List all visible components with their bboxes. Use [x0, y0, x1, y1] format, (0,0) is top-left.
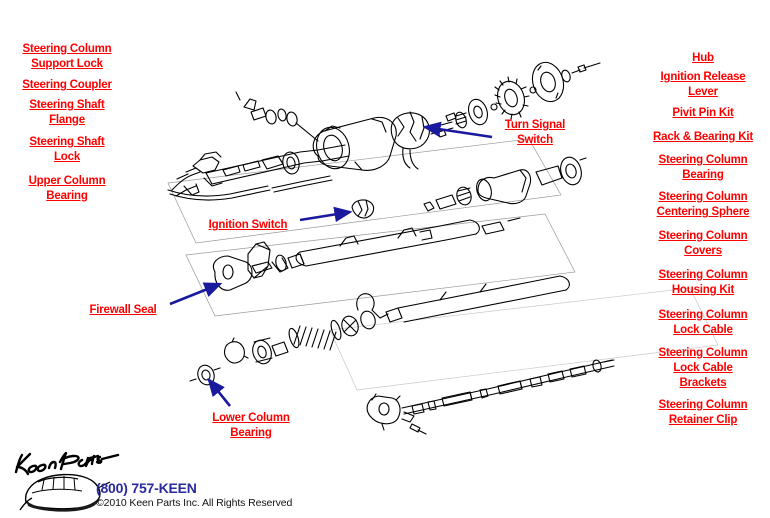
callout-arrows [169, 121, 493, 407]
label-steering-coupler[interactable]: Steering Coupler [8, 78, 126, 93]
column-covers-group [423, 156, 587, 212]
turn-signal-assembly [390, 61, 601, 170]
label-steering-shaft-lock[interactable]: Steering Shaft Lock [8, 135, 126, 165]
mid-column-assembly [212, 199, 521, 291]
footer-copyright: ©2010 Keen Parts Inc. All Rights Reserve… [96, 497, 293, 509]
label-pivit-pin-kit[interactable]: Pivit Pin Kit [640, 106, 766, 121]
label-steering-column-lock-cable[interactable]: Steering Column Lock Cable [640, 308, 766, 338]
steering-shaft-assembly [366, 359, 615, 435]
label-turn-signal-switch[interactable]: Turn Signal Switch [493, 118, 577, 148]
label-ignition-switch[interactable]: Ignition Switch [200, 218, 296, 233]
label-hub[interactable]: Hub [640, 51, 766, 66]
label-steering-column-bearing[interactable]: Steering Column Bearing [640, 153, 766, 183]
label-lower-column-bearing[interactable]: Lower Column Bearing [204, 411, 298, 441]
label-steering-column-support-lock[interactable]: Steering Column Support Lock [8, 42, 126, 72]
turn-signal-arrow [422, 121, 493, 139]
lower-bearing-cluster [189, 275, 570, 386]
label-firewall-seal[interactable]: Firewall Seal [82, 303, 164, 318]
footer-phone-number[interactable]: (800) 757-KEEN [96, 480, 197, 496]
ignition-switch-arrow [299, 206, 353, 223]
label-steering-column-housing-kit[interactable]: Steering Column Housing Kit [640, 268, 766, 298]
parts-diagram-page: Steering Column Support Lock Steering Co… [0, 0, 770, 518]
label-steering-column-lock-cable-brackets[interactable]: Steering Column Lock Cable Brackets [640, 346, 766, 391]
diagram-reference-frames [167, 138, 719, 391]
label-steering-column-covers[interactable]: Steering Column Covers [640, 229, 766, 259]
label-ignition-release-lever[interactable]: Ignition Release Lever [640, 70, 766, 100]
label-upper-column-bearing[interactable]: Upper Column Bearing [8, 174, 126, 204]
label-steering-shaft-flange[interactable]: Steering Shaft Flange [8, 98, 126, 128]
firewall-seal-arrow [169, 282, 223, 306]
lower-column-bearing-arrow [207, 377, 232, 407]
label-steering-column-retainer-clip[interactable]: Steering Column Retainer Clip [640, 398, 766, 428]
upper-assembly-group [167, 91, 397, 201]
label-steering-column-centering-sphere[interactable]: Steering Column Centering Sphere [640, 190, 766, 220]
label-rack-and-bearing-kit[interactable]: Rack & Bearing Kit [640, 130, 766, 145]
